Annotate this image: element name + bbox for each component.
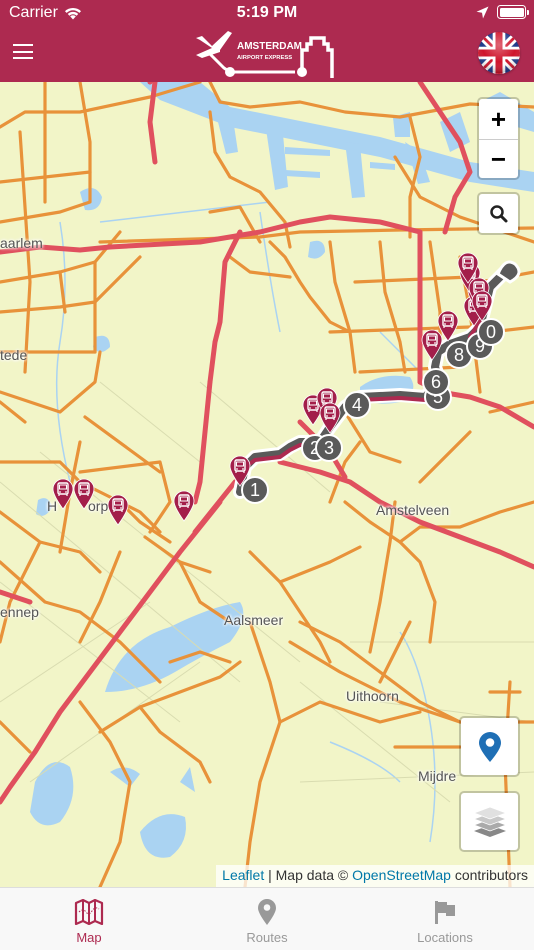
- map-attribution: Leaflet | Map data © OpenStreetMap contr…: [216, 865, 534, 887]
- bus-icon: [437, 310, 459, 342]
- flag-icon: [435, 901, 455, 924]
- bus-icon: [457, 252, 479, 284]
- airplane-icon: [196, 31, 232, 58]
- location-arrow-icon: [476, 6, 489, 18]
- tab-routes-label: Routes: [246, 930, 288, 945]
- bus-icon: [319, 402, 341, 434]
- location-pin-icon: [478, 731, 501, 762]
- search-icon: [489, 204, 507, 222]
- zoom-out-button[interactable]: −: [479, 139, 518, 178]
- bus-icon: [173, 490, 195, 522]
- bus-icon: [229, 455, 251, 487]
- bus-icon: [471, 290, 493, 322]
- bus-stop-marker[interactable]: [173, 490, 195, 527]
- zoom-control: + −: [477, 97, 520, 180]
- status-bar: Carrier 5:19 PM: [0, 0, 534, 28]
- layers-button[interactable]: [459, 791, 520, 852]
- bus-icon: [52, 478, 74, 510]
- attribution-suffix: contributors: [450, 867, 528, 883]
- app: Carrier 5:19 PM AMSTERDAM AIRPORT EXPRES…: [0, 0, 534, 950]
- place-label-nieuw-vennep: ennep: [0, 604, 39, 620]
- hamburger-icon: [13, 44, 33, 46]
- map-icon: [74, 899, 104, 925]
- leaflet-link[interactable]: Leaflet: [222, 867, 264, 883]
- search-button[interactable]: [477, 192, 520, 235]
- tab-map-label: Map: [76, 930, 102, 945]
- language-flag-button[interactable]: [478, 32, 520, 74]
- tab-routes[interactable]: Routes: [178, 888, 356, 950]
- status-right: [476, 5, 529, 19]
- place-label-haarlem: aarlem: [0, 235, 43, 251]
- place-label-aalsmeer: Aalsmeer: [224, 612, 284, 628]
- place-label-amstelveen: Amstelveen: [376, 502, 450, 518]
- bus-stop-marker[interactable]: [52, 478, 74, 515]
- bus-icon: [73, 478, 95, 510]
- bus-stop-marker[interactable]: [437, 310, 459, 347]
- pin-icon: [258, 899, 276, 925]
- logo-subtitle: AIRPORT EXPRESS: [237, 55, 292, 61]
- bus-stop-marker[interactable]: [471, 290, 493, 327]
- bus-stop-marker[interactable]: [457, 252, 479, 289]
- openstreetmap-link[interactable]: OpenStreetMap: [352, 867, 451, 883]
- bus-stop-marker[interactable]: [229, 455, 251, 492]
- app-header: Carrier 5:19 PM AMSTERDAM AIRPORT EXPRES…: [0, 0, 534, 82]
- bus-stop-marker[interactable]: [107, 494, 129, 531]
- attribution-separator: | Map data ©: [264, 867, 353, 883]
- map-view[interactable]: aarlem tede H orp Amstelveen ennep Aalsm…: [0, 82, 534, 887]
- route-stop-4[interactable]: 4: [343, 391, 371, 419]
- layers-icon: [472, 806, 507, 837]
- place-label-uithoorn: Uithoorn: [346, 688, 399, 704]
- tab-bar: Map Routes Locations: [0, 887, 534, 950]
- bus-stop-marker[interactable]: [319, 402, 341, 439]
- route-stop-6[interactable]: 6: [422, 368, 450, 396]
- logo-title: AMSTERDAM: [237, 41, 302, 52]
- uk-flag-icon: [478, 32, 520, 74]
- bus-icon: [107, 494, 129, 526]
- place-label-mijdrecht: Mijdre: [418, 768, 457, 784]
- tab-map[interactable]: Map: [0, 888, 178, 950]
- locate-button[interactable]: [459, 716, 520, 777]
- app-logo: AMSTERDAM AIRPORT EXPRESS: [196, 31, 334, 78]
- tab-locations-label: Locations: [417, 930, 473, 945]
- clock: 5:19 PM: [236, 4, 298, 21]
- place-label-heemstede: tede: [0, 347, 28, 363]
- zoom-in-button[interactable]: +: [479, 99, 518, 139]
- bus-stop-marker[interactable]: [73, 478, 95, 515]
- menu-button[interactable]: [13, 44, 33, 62]
- tab-locations[interactable]: Locations: [356, 888, 534, 950]
- battery-icon: [497, 5, 529, 19]
